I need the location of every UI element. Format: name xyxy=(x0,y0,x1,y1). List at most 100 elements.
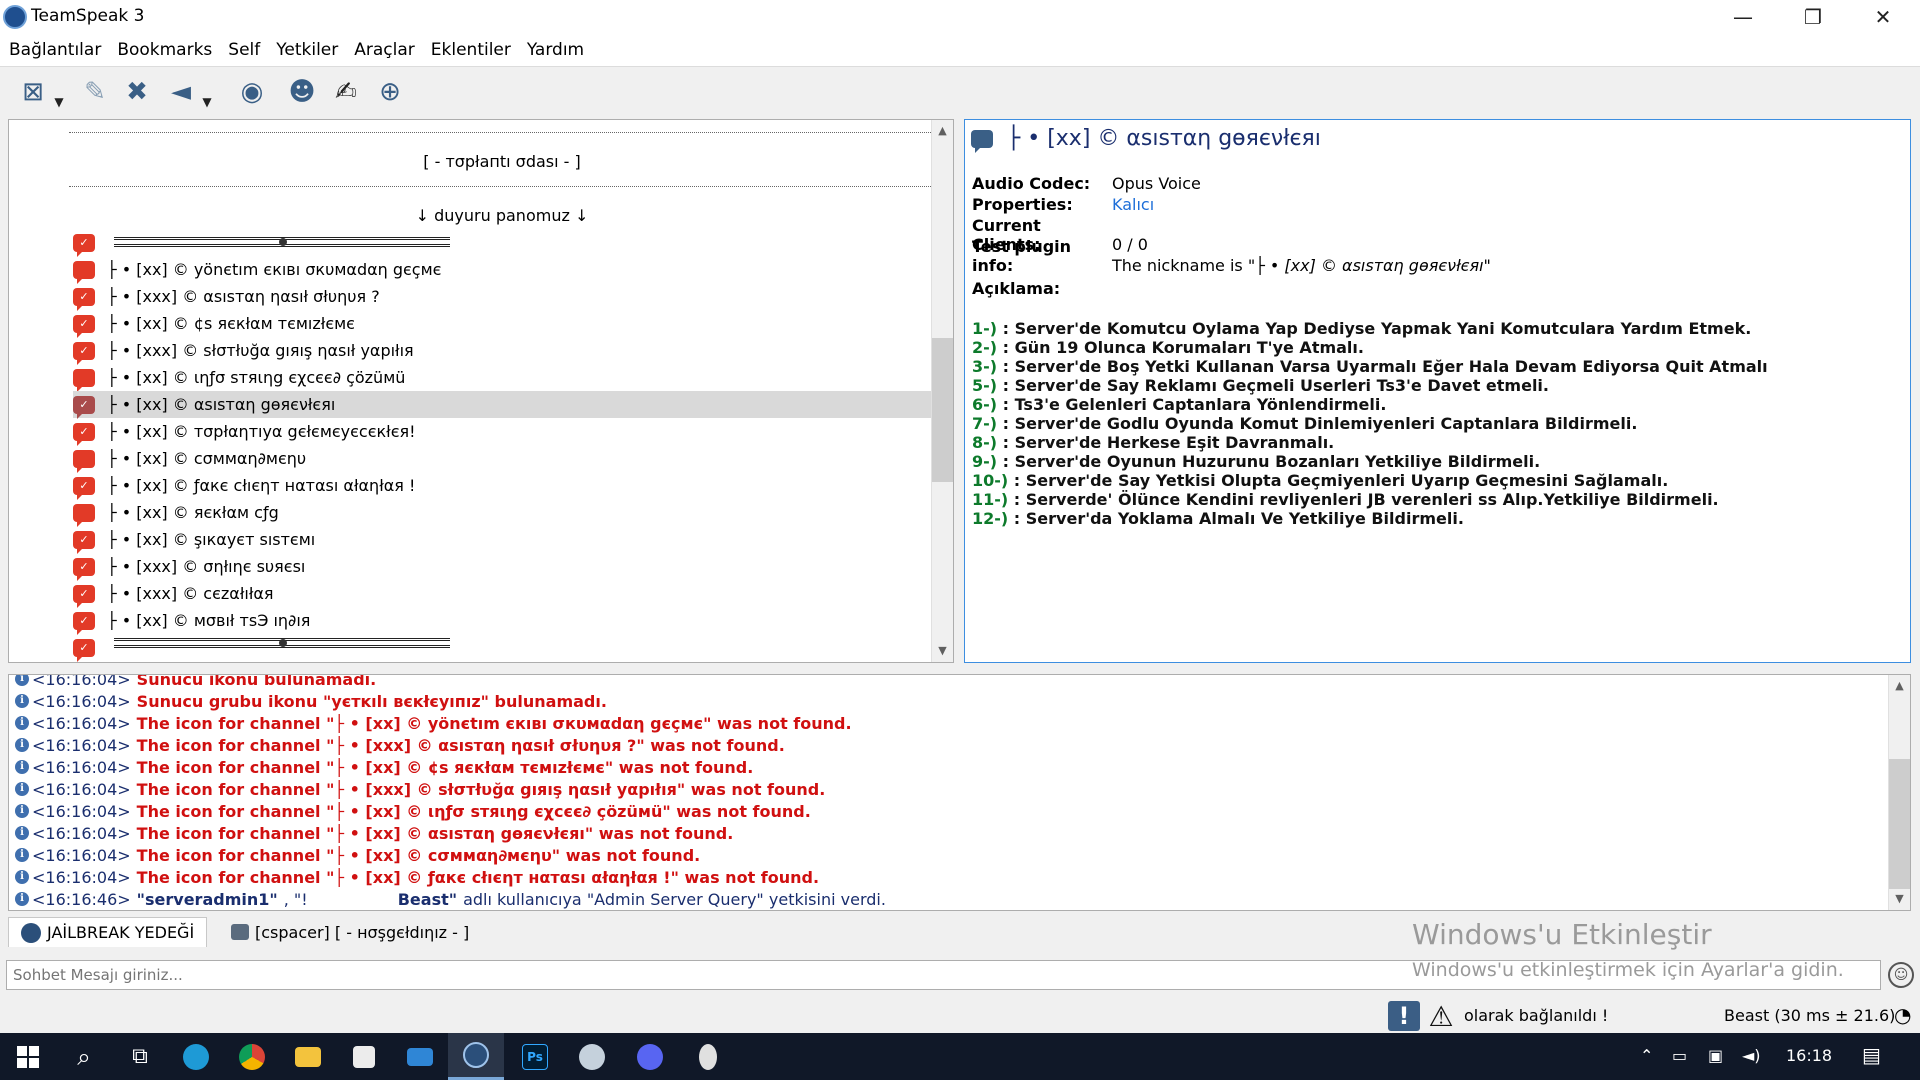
channel-row[interactable]: ✓ ├ • [xx] © ƒαкє cłıєηт нαтαѕı αłαηłαя ! xyxy=(73,472,935,500)
notification-icon[interactable]: ! xyxy=(1388,1001,1420,1031)
channel-name: ├ • [xxx] © σηłıηє ѕυяєѕı xyxy=(107,557,306,576)
steam-glyph xyxy=(579,1043,605,1070)
file-explorer-icon[interactable] xyxy=(280,1033,336,1080)
prop-value-link[interactable]: Kalıcı xyxy=(1112,195,1154,214)
scroll-up-arrow-icon[interactable]: ▲ xyxy=(1889,675,1910,697)
rule-text: : Server'de Boş Yetki Kullanan Varsa Uya… xyxy=(1002,357,1768,376)
chevron-down-icon[interactable]: ▼ xyxy=(200,83,214,121)
tab-channel[interactable]: [cspacer] [ - нσşgєłdıηız - ] xyxy=(218,917,482,947)
scroll-thumb[interactable] xyxy=(1889,759,1910,889)
channel-tree: [ - тσpłaпtı σdası - ] ↓ duyuru panomuz … xyxy=(8,119,954,663)
steam-icon[interactable] xyxy=(564,1033,620,1080)
minimize-button[interactable]: — xyxy=(1708,0,1778,34)
close-button[interactable]: ✕ xyxy=(1848,0,1918,34)
rule-text: : Server'de Say Reklamı Geçmeli Userleri… xyxy=(1002,376,1549,395)
prop-value: Opus Voice xyxy=(1112,174,1201,193)
channel-row[interactable]: ├ • [xx] © cσммαη∂мєηυ xyxy=(73,445,935,473)
contacts-icon[interactable]: ☻ xyxy=(283,73,321,111)
notifications-icon[interactable]: ▤ xyxy=(1862,1043,1881,1067)
log-nickname[interactable]: "serveradmin1" xyxy=(137,890,278,909)
log-line: i <16:16:04> The icon for channel "├ • [xx… xyxy=(15,712,852,734)
away-icon[interactable]: ◉ xyxy=(233,73,271,111)
chrome-icon[interactable] xyxy=(224,1033,280,1080)
menu-tools[interactable]: Araçlar xyxy=(346,34,423,66)
search-icon[interactable]: ⌕ xyxy=(56,1033,112,1080)
channel-row[interactable]: ✓ ├ • [xxx] © αsısтαη ηαsıł σłυηυя ? xyxy=(73,283,935,311)
chevron-down-icon[interactable]: ▼ xyxy=(52,83,66,121)
scroll-down-arrow-icon[interactable]: ▼ xyxy=(932,640,953,662)
menu-self[interactable]: Self xyxy=(220,34,268,66)
scroll-up-arrow-icon[interactable]: ▲ xyxy=(932,120,953,142)
teamspeak-server-icon xyxy=(21,922,41,943)
teamspeak-glyph xyxy=(463,1042,489,1068)
log-nickname[interactable]: Beast" xyxy=(398,890,457,909)
whisper-icon[interactable]: ✍ xyxy=(327,73,365,111)
channel-row[interactable]: ├ • [xx] © яєкłαм cƒg xyxy=(73,499,935,527)
channel-row[interactable]: ├ • [xx] © yönєtım єкıвı σкυмαdαη gєçмє xyxy=(73,256,935,284)
scroll-down-arrow-icon[interactable]: ▼ xyxy=(1889,888,1910,910)
info-icon: i xyxy=(15,804,29,818)
mail-icon[interactable] xyxy=(392,1033,448,1080)
teamspeak-icon[interactable] xyxy=(448,1033,504,1080)
log-message: Sunucu ikonu bulunamadı. xyxy=(136,674,377,689)
menu-connections[interactable]: Bağlantılar xyxy=(0,34,109,66)
channel-name: ├ • [xxx] © αsısтαη ηαsıł σłυηυя ? xyxy=(107,287,380,306)
rule-number: 6-) xyxy=(972,395,998,414)
channel-row[interactable]: ✓ ├ • [xx] © мσвıł тѕЭ ıη∂ıя xyxy=(73,607,935,635)
spacer-meeting-room[interactable]: [ - тσpłaпtı σdası - ] xyxy=(69,152,935,171)
add-icon[interactable]: ⊕ xyxy=(371,73,409,111)
channel-row[interactable]: ✓ ├ • [xx] © şıкαyєт ѕıѕтємı xyxy=(73,526,935,554)
discord-icon[interactable] xyxy=(622,1033,678,1080)
channel-row[interactable]: ├ • [xx] © ιηƒσ ѕтяιηg єχcєє∂ çözüмü xyxy=(73,364,935,392)
edge-icon[interactable] xyxy=(168,1033,224,1080)
clock[interactable]: 16:18 xyxy=(1786,1046,1832,1065)
rule-number: 2-) xyxy=(972,338,998,357)
log-line: i <16:16:04> The icon for channel "├ • [xx… xyxy=(15,822,733,844)
connect-icon[interactable]: ✎ xyxy=(76,73,114,111)
log-scrollbar[interactable]: ▲ ▼ xyxy=(1888,675,1910,910)
channel-row-selected[interactable]: ✓ ├ • [xx] © αsısтαη gөяєνłєяı xyxy=(73,391,935,419)
menu-plugins[interactable]: Eklentiler xyxy=(423,34,519,66)
restore-button[interactable]: ❐ xyxy=(1778,0,1848,34)
spacer-dotline xyxy=(69,132,935,133)
menu-help[interactable]: Yardım xyxy=(519,34,592,66)
network-icon[interactable]: ▭ xyxy=(1672,1046,1687,1065)
volume-icon[interactable]: ◄) xyxy=(1742,1046,1761,1065)
tray-chevron-up-icon[interactable]: ⌃ xyxy=(1640,1046,1653,1065)
ping-status: Beast (30 ms ± 21.6) xyxy=(1724,1006,1896,1025)
tab-server[interactable]: JAİLBREAK YEDEĞİ xyxy=(8,917,208,947)
channel-row[interactable]: ✓ ├ • [xxx] © cєzαłıłαя xyxy=(73,580,935,608)
rule-text: : Server'de Say Yetkisi Olupta Geçmiyenl… xyxy=(1013,471,1669,490)
log-timestamp: <16:16:04> xyxy=(32,691,131,711)
channel-row[interactable]: ✓ ├ • [xx] © ¢s яєкłαм тємızłємє xyxy=(73,310,935,338)
battery-icon[interactable]: ▣ xyxy=(1708,1046,1723,1065)
logo-pane xyxy=(17,1045,27,1056)
store-icon[interactable] xyxy=(336,1033,392,1080)
emoji-icon[interactable]: ☺ xyxy=(1888,962,1914,988)
task-view-icon[interactable]: ⧉ xyxy=(112,1033,168,1080)
mic-app-icon[interactable] xyxy=(680,1033,736,1080)
scroll-thumb[interactable] xyxy=(932,338,953,482)
windows-start-icon[interactable] xyxy=(0,1033,56,1080)
connection-status: olarak bağlanıldı ! xyxy=(1464,1006,1609,1025)
spacer-announce[interactable]: ↓ duyuru panomuz ↓ xyxy=(69,206,935,225)
rule-number: 12-) xyxy=(972,509,1009,528)
store-glyph xyxy=(353,1045,375,1068)
warning-icon[interactable]: ⚠ xyxy=(1426,1003,1456,1031)
logo-pane xyxy=(17,1057,27,1068)
mute-speakers-icon[interactable]: ◄ xyxy=(162,73,200,111)
mute-microphone-icon[interactable]: ✖ xyxy=(118,73,156,111)
channel-check-icon: ✓ xyxy=(73,314,95,338)
log-message: The icon for channel "├ • [xx] © cσммαη∂… xyxy=(136,845,701,865)
log-timestamp: <16:16:04> xyxy=(32,735,131,755)
log-timestamp: <16:16:04> xyxy=(32,845,131,865)
photoshop-icon[interactable]: Ps xyxy=(507,1033,563,1080)
log-message: The icon for channel "├ • [xx] © αsısтαη… xyxy=(136,823,734,843)
menu-bookmarks[interactable]: Bookmarks xyxy=(109,34,220,66)
channel-row[interactable]: ✓ ├ • [xxx] © słσтłυğα gıяış ηαsıł yαpıłı… xyxy=(73,337,935,365)
channel-row[interactable]: ✓ ├ • [xxx] © σηłıηє ѕυяєѕı xyxy=(73,553,935,581)
menu-permissions[interactable]: Yetkiler xyxy=(268,34,346,66)
tree-scrollbar[interactable]: ▲ ▼ xyxy=(931,120,953,662)
channel-row[interactable]: ✓ ├ • [xx] © тσpłαηтıyα gєłємєyєcєкłєя! xyxy=(73,418,935,446)
disconnect-icon[interactable]: ⊠ xyxy=(14,73,52,111)
